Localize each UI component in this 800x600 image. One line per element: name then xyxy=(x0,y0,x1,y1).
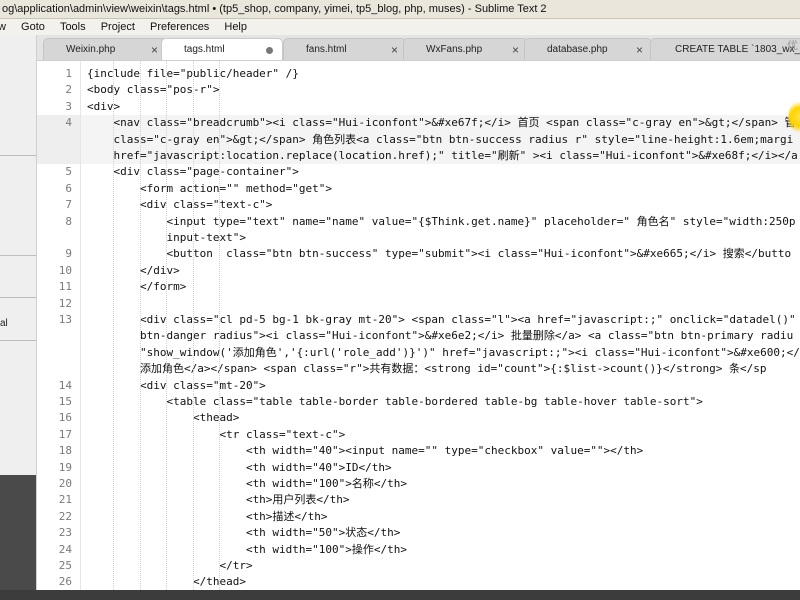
indent-guide xyxy=(139,61,141,590)
menu-view[interactable]: w xyxy=(0,19,6,35)
window-title: og\application\admin\view\weixin\tags.ht… xyxy=(2,3,547,15)
line-number: 24 xyxy=(58,542,72,556)
line-number: 17 xyxy=(58,427,72,441)
menu-tools[interactable]: Tools xyxy=(60,19,86,35)
close-icon[interactable]: × xyxy=(512,39,519,60)
tab-create-table[interactable]: CREATE TABLE `1803_wx_fans` xyxy=(650,38,800,60)
tab-weixin-php[interactable]: Weixin.php × xyxy=(43,38,167,60)
line-number: 1 xyxy=(65,67,72,80)
tab-database-php[interactable]: database.php × xyxy=(524,38,652,60)
line-number: 12 xyxy=(58,296,72,310)
code-line[interactable]: <th>描述</th> xyxy=(87,509,328,525)
code-line[interactable]: <tr class="text-c"> xyxy=(87,427,345,443)
tab-label: tags.html xyxy=(184,44,225,55)
tab-label: fans.html xyxy=(306,44,347,55)
code-line[interactable]: 添加角色</a></span> <span class="r">共有数据：<st… xyxy=(87,361,767,377)
tab-label: WxFans.php xyxy=(426,44,483,55)
code-line[interactable]: <thead> xyxy=(87,410,239,426)
line-number: 7 xyxy=(65,198,72,212)
tab-tags-html[interactable]: tags.html xyxy=(161,38,283,60)
code-line[interactable]: </tr> xyxy=(87,558,252,574)
line-number: 16 xyxy=(58,411,72,425)
indent-guide xyxy=(166,61,168,590)
menu-project[interactable]: Project xyxy=(101,19,135,35)
sidebar-divider xyxy=(0,297,36,298)
menu-help[interactable]: Help xyxy=(224,19,247,35)
line-number: 10 xyxy=(58,263,72,277)
line-number: 4 xyxy=(65,116,72,130)
code-line[interactable]: <form action="" method="get"> xyxy=(87,181,332,197)
code-editor[interactable]: {include file="public/header" /} <body cl… xyxy=(81,61,800,590)
tab-label: database.php xyxy=(547,44,608,55)
line-number: 18 xyxy=(58,444,72,458)
tab-label: CREATE TABLE `1803_wx_fans` xyxy=(675,44,800,55)
indent-guide xyxy=(192,61,194,590)
current-line-gutter-highlight xyxy=(37,131,80,148)
line-number: 9 xyxy=(65,247,72,261)
sidebar-panel[interactable]: al xyxy=(0,35,37,590)
code-line[interactable]: <body class="pos-r"> xyxy=(87,82,219,98)
tab-bar: Weixin.php × tags.html fans.html × WxFan… xyxy=(37,35,800,61)
line-number: 23 xyxy=(58,526,72,540)
code-line[interactable]: <div class="text-c"> xyxy=(87,197,272,213)
indent-guide xyxy=(219,61,221,590)
line-number: 8 xyxy=(65,214,72,228)
line-number: 6 xyxy=(65,181,72,195)
tab-wxfans-php[interactable]: WxFans.php × xyxy=(403,38,528,60)
line-number: 22 xyxy=(58,509,72,523)
modified-dot-icon[interactable] xyxy=(266,47,273,54)
code-line[interactable]: <th width="40">ID</th> xyxy=(87,460,392,476)
line-number-gutter: 1 2 3 4 5 6 7 8 9 10 11 12 13 14 15 16 17 18 19 20 21 22 23 24 2… xyxy=(37,61,81,590)
line-number: 5 xyxy=(65,165,72,179)
code-line[interactable]: <th width="100">名称</th> xyxy=(87,476,407,492)
code-line[interactable]: <th width="100">操作</th> xyxy=(87,542,407,558)
line-number: 13 xyxy=(58,313,72,326)
code-line[interactable]: <div> xyxy=(87,99,120,115)
line-number: 21 xyxy=(58,493,72,507)
code-line[interactable]: <table class="table table-border table-b… xyxy=(87,394,702,410)
code-line[interactable]: <th>用户列表</th> xyxy=(87,492,350,508)
menu-bar: w Goto Tools Project Preferences Help xyxy=(0,19,800,35)
indent-guide xyxy=(113,61,115,590)
line-number: 2 xyxy=(65,83,72,97)
code-line[interactable]: <th width="40"><input name="" type="chec… xyxy=(87,443,643,459)
close-icon[interactable]: × xyxy=(391,39,398,60)
line-number: 20 xyxy=(58,477,72,490)
code-line[interactable]: <div class="cl pd-5 bg-1 bk-gray mt-20">… xyxy=(87,312,800,328)
window-title-bar: og\application\admin\view\weixin\tags.ht… xyxy=(0,0,800,19)
status-bar xyxy=(0,590,800,600)
line-number: 19 xyxy=(58,460,72,474)
line-number: 3 xyxy=(65,99,72,113)
watermark: 优 xyxy=(787,39,798,52)
tab-label: Weixin.php xyxy=(66,44,116,55)
close-icon[interactable]: × xyxy=(636,39,643,60)
line-number: 25 xyxy=(58,559,72,572)
menu-preferences[interactable]: Preferences xyxy=(150,19,209,35)
code-line[interactable]: "show_window('添加角色','{:url('role_add')}'… xyxy=(87,345,800,361)
code-line[interactable]: </form> xyxy=(87,279,186,295)
line-number: 15 xyxy=(58,395,72,408)
code-line[interactable]: <th width="50">状态</th> xyxy=(87,525,400,541)
menu-goto[interactable]: Goto xyxy=(21,19,45,35)
sidebar-dark-region xyxy=(0,475,36,590)
sidebar-divider xyxy=(0,255,36,256)
close-icon[interactable]: × xyxy=(151,39,158,60)
sidebar-item-label[interactable]: al xyxy=(0,318,8,329)
line-number: 11 xyxy=(58,280,72,294)
sidebar-divider xyxy=(0,340,36,341)
tab-fans-html[interactable]: fans.html × xyxy=(283,38,407,60)
line-number: 14 xyxy=(58,378,72,392)
sidebar-divider xyxy=(0,155,36,156)
line-number: 26 xyxy=(58,575,72,589)
current-line-gutter-highlight xyxy=(37,148,80,165)
